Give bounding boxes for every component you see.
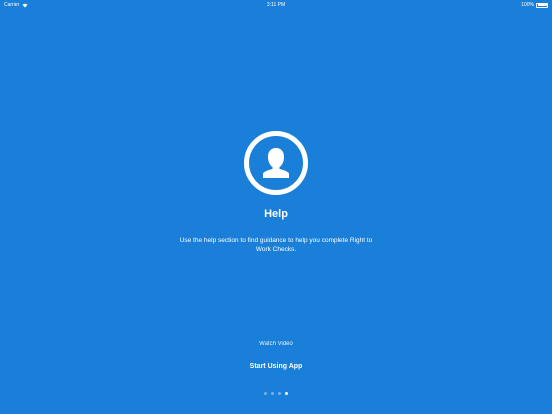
status-time: 3:11 PM xyxy=(266,2,286,8)
page-description: Use the help section to find guidance to… xyxy=(179,237,373,253)
start-using-app-button[interactable]: Start Using App xyxy=(226,363,326,370)
page-dot-3[interactable] xyxy=(278,392,281,395)
battery-icon xyxy=(536,2,548,8)
person-icon xyxy=(244,131,308,195)
page-title: Help xyxy=(264,208,288,220)
person-silhouette-icon xyxy=(263,148,289,178)
page-dot-2[interactable] xyxy=(271,392,274,395)
page-dot-1[interactable] xyxy=(264,392,267,395)
watch-video-link[interactable]: Watch Video xyxy=(0,341,552,347)
battery-percent: 100% xyxy=(521,2,534,8)
page-dot-4[interactable] xyxy=(285,392,288,395)
page-indicator[interactable] xyxy=(0,392,552,395)
status-right: 100% xyxy=(521,0,548,10)
status-bar: Carrier 3:11 PM 100% xyxy=(0,0,552,10)
